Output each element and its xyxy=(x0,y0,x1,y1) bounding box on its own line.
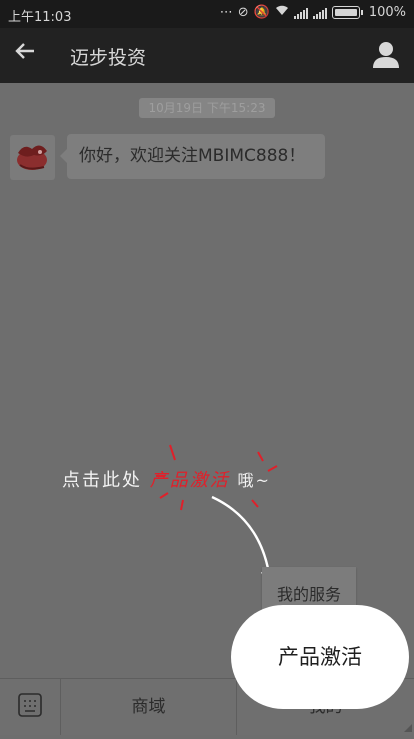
keyboard-icon[interactable] xyxy=(0,679,61,735)
corner-indicator-icon xyxy=(404,724,412,732)
menu-item-product-activation[interactable]: 产品激活 xyxy=(231,605,409,709)
tab-shop[interactable]: 商域 xyxy=(61,679,237,735)
highlight-spotlight: 产品激活 xyxy=(231,605,409,709)
